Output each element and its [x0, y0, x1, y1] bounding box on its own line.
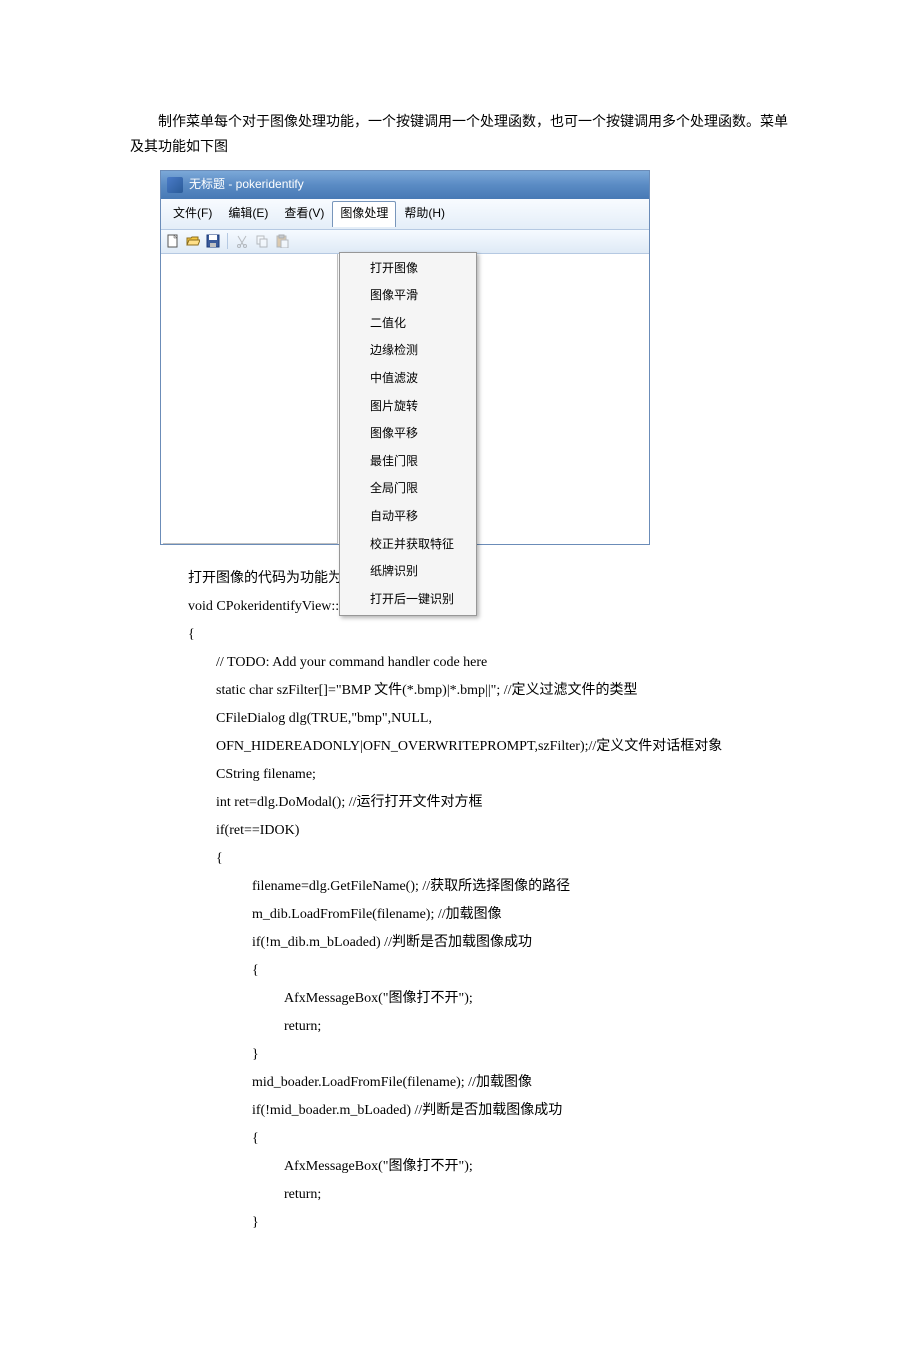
code-line: { — [188, 845, 790, 873]
code-line: filename=dlg.GetFileName(); //获取所选择图像的路径 — [188, 873, 790, 901]
code-line: mid_boader.LoadFromFile(filename); //加载图… — [188, 1069, 790, 1097]
menu-help[interactable]: 帮助(H) — [396, 201, 453, 227]
code-line: return; — [188, 1181, 790, 1209]
code-line: return; — [188, 1013, 790, 1041]
menu-item-best-threshold[interactable]: 最佳门限 — [342, 448, 474, 476]
code-line: if(!mid_boader.m_bLoaded) //判断是否加载图像成功 — [188, 1097, 790, 1125]
code-section: 打开图像的代码为功能为大开所处理图像： void CPokeridentifyV… — [188, 565, 790, 1237]
cut-icon — [234, 233, 250, 249]
code-line: } — [188, 1209, 790, 1237]
code-line: CFileDialog dlg(TRUE,"bmp",NULL, — [188, 705, 790, 733]
dropdown-menu-image-processing: 打开图像 图像平滑 二值化 边缘检测 中值滤波 图片旋转 图像平移 最佳门限 全… — [339, 252, 477, 617]
copy-icon — [254, 233, 270, 249]
menu-item-open-image[interactable]: 打开图像 — [342, 255, 474, 283]
save-icon[interactable] — [205, 233, 221, 249]
code-line: if(ret==IDOK) — [188, 817, 790, 845]
document-panel — [163, 254, 338, 544]
app-window: 无标题 - pokeridentify 文件(F) 编辑(E) 查看(V) 图像… — [160, 170, 650, 544]
code-line: { — [188, 621, 790, 649]
code-line: { — [188, 957, 790, 985]
new-icon[interactable] — [165, 233, 181, 249]
menu-item-rotate[interactable]: 图片旋转 — [342, 393, 474, 421]
menu-item-correct-features[interactable]: 校正并获取特征 — [342, 531, 474, 559]
intro-paragraph: 制作菜单每个对于图像处理功能，一个按键调用一个处理函数，也可一个按键调用多个处理… — [130, 110, 790, 160]
code-line: if(!m_dib.m_bLoaded) //判断是否加载图像成功 — [188, 929, 790, 957]
toolbar-separator — [227, 233, 228, 249]
menu-item-card-recognize[interactable]: 纸牌识别 — [342, 558, 474, 586]
title-bar: 无标题 - pokeridentify — [161, 171, 649, 199]
menu-item-one-click-recognize[interactable]: 打开后一键识别 — [342, 586, 474, 614]
code-line: OFN_HIDEREADONLY|OFN_OVERWRITEPROMPT,szF… — [188, 733, 790, 761]
code-line: AfxMessageBox("图像打不开"); — [188, 985, 790, 1013]
menu-edit[interactable]: 编辑(E) — [220, 201, 276, 227]
code-desc: 打开图像的代码为功能为大开所处理图像： — [188, 565, 790, 593]
menu-item-global-threshold[interactable]: 全局门限 — [342, 475, 474, 503]
window-title: 无标题 - pokeridentify — [189, 174, 304, 196]
content-area: 打开图像 图像平滑 二值化 边缘检测 中值滤波 图片旋转 图像平移 最佳门限 全… — [161, 254, 649, 544]
code-line: } — [188, 1041, 790, 1069]
code-line: // TODO: Add your command handler code h… — [188, 649, 790, 677]
menu-item-image-smooth[interactable]: 图像平滑 — [342, 282, 474, 310]
code-line: m_dib.LoadFromFile(filename); //加载图像 — [188, 901, 790, 929]
code-line: static char szFilter[]="BMP 文件(*.bmp)|*.… — [188, 677, 790, 705]
code-line: { — [188, 1125, 790, 1153]
paste-icon — [274, 233, 290, 249]
code-line: AfxMessageBox("图像打不开"); — [188, 1153, 790, 1181]
menu-bar: 文件(F) 编辑(E) 查看(V) 图像处理 帮助(H) — [161, 199, 649, 230]
menu-image-processing[interactable]: 图像处理 — [332, 201, 396, 227]
menu-item-median-filter[interactable]: 中值滤波 — [342, 365, 474, 393]
menu-item-binarize[interactable]: 二值化 — [342, 310, 474, 338]
menu-view[interactable]: 查看(V) — [276, 201, 332, 227]
menu-item-auto-translate[interactable]: 自动平移 — [342, 503, 474, 531]
menu-item-edge-detect[interactable]: 边缘检测 — [342, 337, 474, 365]
code-line: void CPokeridentifyView::OnOpenimage() — [188, 593, 790, 621]
toolbar — [161, 230, 649, 254]
open-icon[interactable] — [185, 233, 201, 249]
menu-item-translate[interactable]: 图像平移 — [342, 420, 474, 448]
code-line: int ret=dlg.DoModal(); //运行打开文件对方框 — [188, 789, 790, 817]
code-line: CString filename; — [188, 761, 790, 789]
app-icon — [167, 177, 183, 193]
menu-file[interactable]: 文件(F) — [165, 201, 220, 227]
